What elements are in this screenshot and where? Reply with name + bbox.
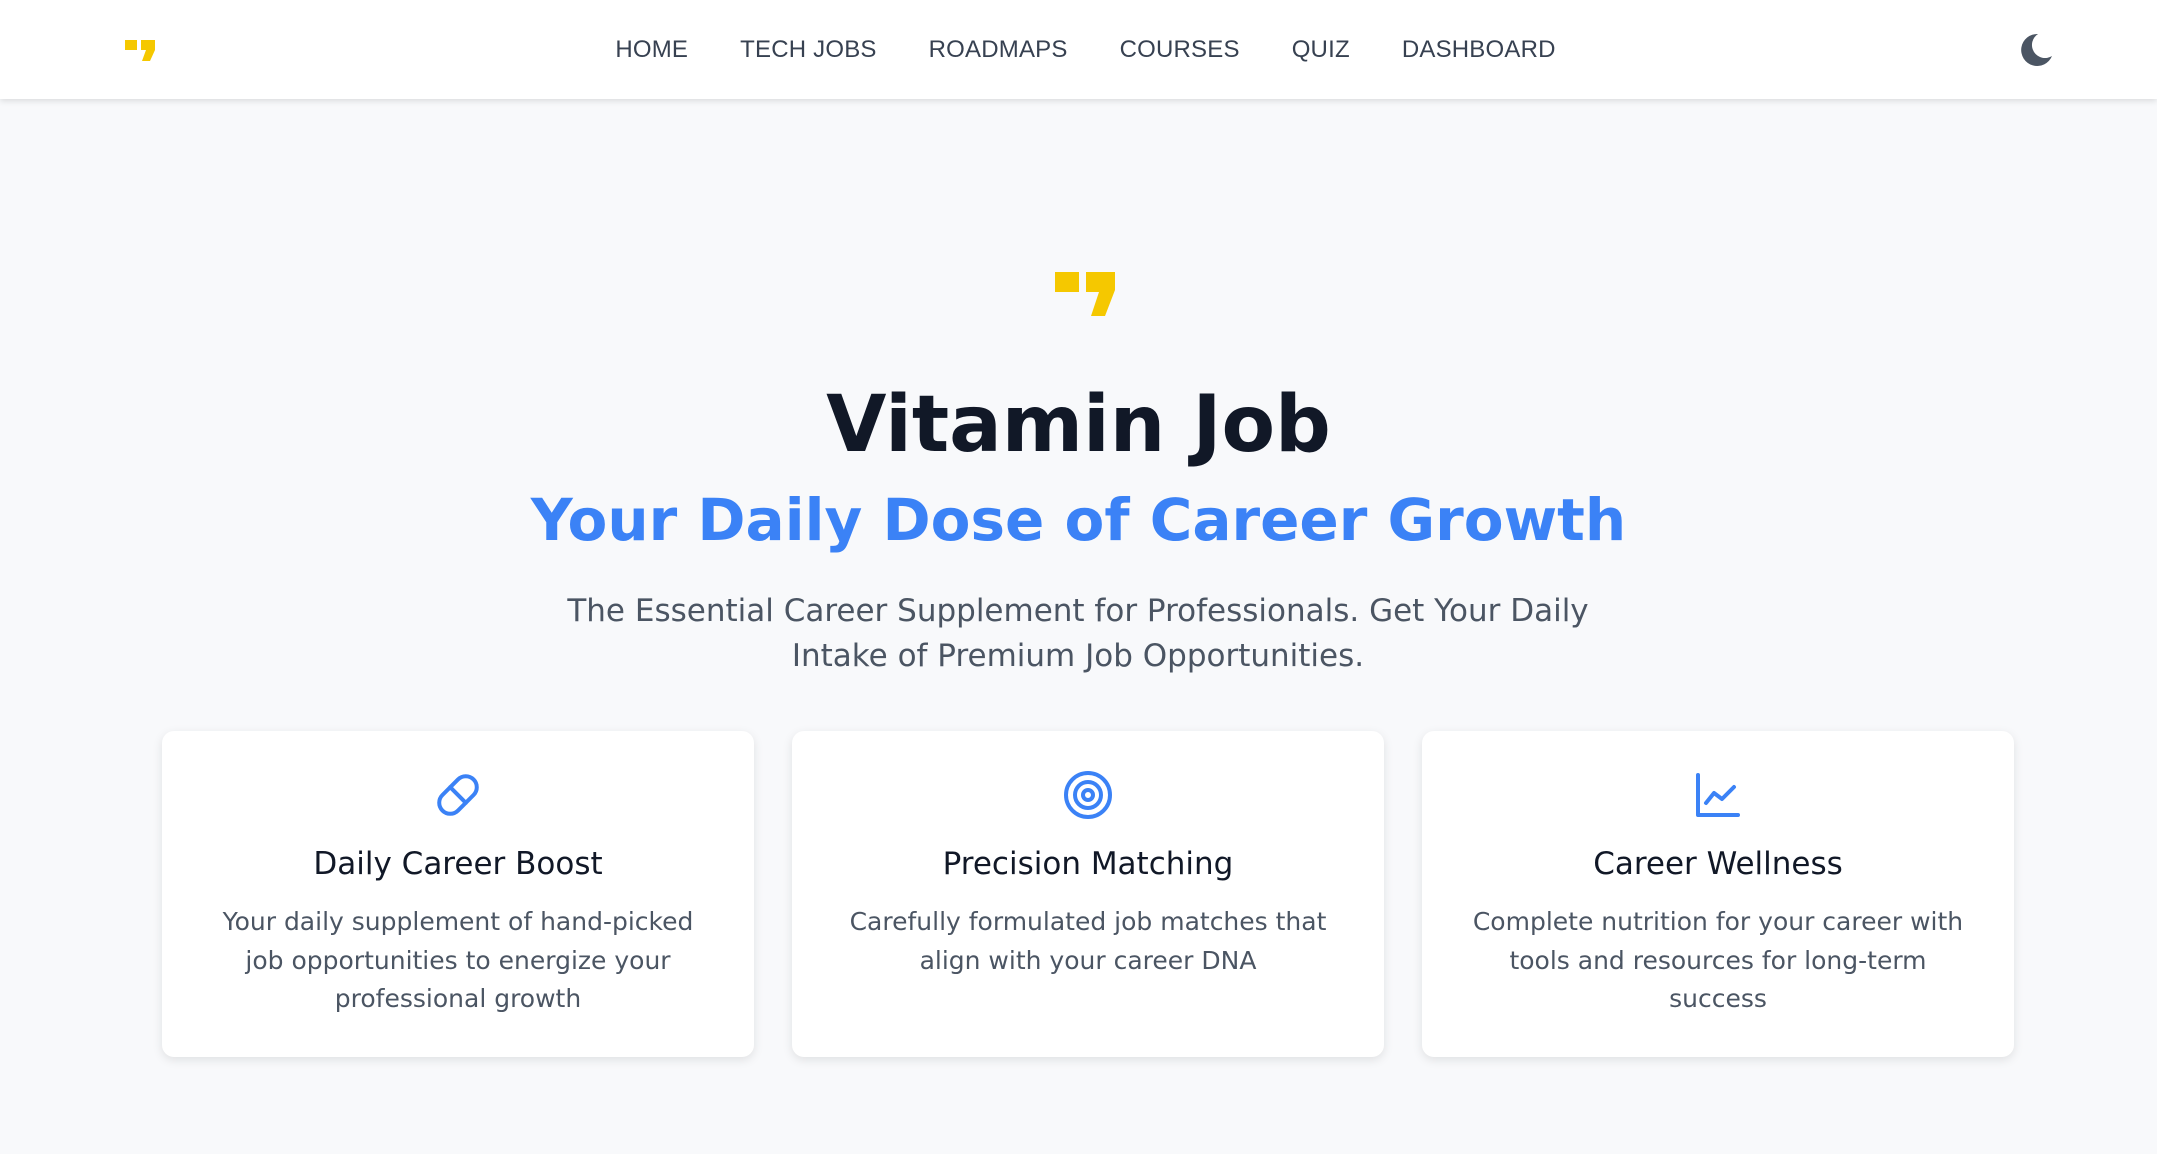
moon-icon bbox=[2021, 33, 2052, 66]
feature-card-career-wellness: Career Wellness Complete nutrition for y… bbox=[1422, 731, 2014, 1057]
card-description: Complete nutrition for your career with … bbox=[1472, 907, 1964, 1013]
nav-courses[interactable]: COURSES bbox=[1120, 36, 1240, 64]
main-nav: HOME TECH JOBS ROADMAPS COURSES QUIZ DAS… bbox=[0, 0, 2157, 99]
card-description: Your daily supplement of hand-picked job… bbox=[222, 907, 694, 1013]
target-icon bbox=[1062, 769, 1114, 821]
page-title: Vitamin Job bbox=[826, 380, 1331, 470]
hero-quote-mark-icon bbox=[1055, 268, 1117, 320]
card-title: Career Wellness bbox=[1593, 846, 1843, 882]
nav-dashboard[interactable]: DASHBOARD bbox=[1402, 36, 1556, 64]
feature-card-precision-matching: Precision Matching Carefully formulated … bbox=[792, 731, 1384, 1057]
hero-subtitle: Your Daily Dose of Career Growth bbox=[530, 486, 1627, 554]
nav-tech-jobs[interactable]: TECH JOBS bbox=[740, 36, 876, 64]
card-title: Daily Career Boost bbox=[313, 846, 603, 882]
pill-icon bbox=[432, 769, 484, 821]
card-description: Carefully formulated job matches that al… bbox=[849, 907, 1327, 975]
theme-toggle-button[interactable] bbox=[2016, 30, 2056, 70]
hero-description: The Essential Career Supplement for Prof… bbox=[567, 593, 1589, 674]
top-navbar: HOME TECH JOBS ROADMAPS COURSES QUIZ DAS… bbox=[0, 0, 2157, 99]
feature-card-daily-career-boost: Daily Career Boost Your daily supplement… bbox=[162, 731, 754, 1057]
nav-quiz[interactable]: QUIZ bbox=[1292, 36, 1350, 64]
nav-roadmaps[interactable]: ROADMAPS bbox=[929, 36, 1068, 64]
chart-line-icon bbox=[1692, 769, 1744, 821]
nav-home[interactable]: HOME bbox=[615, 36, 688, 64]
card-title: Precision Matching bbox=[942, 846, 1234, 882]
